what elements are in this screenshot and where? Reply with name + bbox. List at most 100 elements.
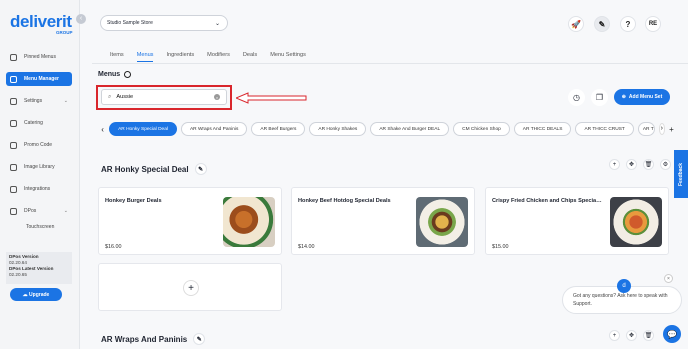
- annotation-arrow: [236, 92, 307, 104]
- sidebar-item-integrations[interactable]: Integrations: [6, 182, 72, 196]
- section-actions: + ✥ 🗑: [609, 330, 654, 341]
- add-menu-set-button[interactable]: ⊕ Add Menu Set: [614, 89, 670, 105]
- gear-icon: [10, 97, 17, 105]
- sidebar-item-settings[interactable]: Settings ⌄: [6, 94, 72, 108]
- sidebar-item-label: Integrations: [24, 186, 51, 192]
- store-selector[interactable]: Studio Sample Store ⌄: [100, 15, 228, 31]
- sidebar-item-menu-manager[interactable]: Menu Manager: [6, 72, 72, 86]
- gear-icon[interactable]: ⚙: [660, 159, 671, 170]
- menu-icon: [10, 75, 17, 83]
- sidebar: deliverit GROUP Pinned Menus Menu Manage…: [0, 0, 80, 349]
- section-title: AR Honky Special Deal ✎: [101, 163, 207, 175]
- edit-icon[interactable]: ✎: [193, 333, 206, 345]
- chat-icon: 💬: [667, 329, 677, 339]
- brand-sub: GROUP: [56, 30, 73, 35]
- clock-icon[interactable]: ◷: [568, 89, 585, 106]
- sidebar-item-catering[interactable]: Catering: [6, 116, 72, 130]
- sidebar-item-label: Catering: [24, 120, 43, 126]
- support-logo-icon: d: [617, 279, 631, 293]
- sidebar-item-label: Pinned Menus: [24, 54, 56, 60]
- menu-item-card[interactable]: Honkey Beef Hotdog Special Deals $14.00: [291, 187, 475, 255]
- chevron-down-icon: ⌄: [214, 20, 220, 27]
- tab-modifiers[interactable]: Modifiers: [207, 52, 230, 62]
- sidebar-item-pinned-menus[interactable]: Pinned Menus: [6, 50, 72, 64]
- card-title: Crispy Fried Chicken and Chips Special D…: [492, 198, 602, 204]
- tab-items[interactable]: Items: [110, 52, 124, 62]
- card-title: Honkey Beef Hotdog Special Deals: [298, 198, 391, 204]
- latest-version-label: DPos Latest Version: [9, 266, 54, 271]
- chat-button[interactable]: 💬: [663, 325, 681, 343]
- chevron-down-icon: ⌄: [63, 208, 68, 214]
- edit-icon[interactable]: ✎: [194, 163, 207, 175]
- close-icon[interactable]: ×: [664, 274, 673, 283]
- sidebar-item-label: Image Library: [24, 164, 55, 170]
- page-title-text: Menus: [98, 71, 121, 78]
- tab-menu-settings[interactable]: Menu Settings: [270, 52, 306, 62]
- card-title: Honkey Burger Deals: [105, 198, 162, 204]
- menu-chip[interactable]: AR Honky Special Deal: [109, 122, 177, 136]
- plus-icon[interactable]: +: [183, 280, 199, 296]
- add-circle-icon[interactable]: +: [609, 159, 620, 170]
- add-item-card[interactable]: +: [98, 263, 282, 311]
- add-circle-icon[interactable]: +: [609, 330, 620, 341]
- cloud-icon: ☁: [22, 291, 28, 298]
- menu-chip[interactable]: CM Chicken Shop: [453, 122, 510, 136]
- menu-item-card[interactable]: Crispy Fried Chicken and Chips Special D…: [485, 187, 669, 255]
- menu-chip[interactable]: AR T: [637, 122, 655, 136]
- move-icon[interactable]: ✥: [626, 159, 637, 170]
- menu-item-card[interactable]: Honkey Burger Deals $16.00: [98, 187, 282, 255]
- annotation-highlight-box: [96, 85, 232, 110]
- sidebar-item-label: Menu Manager: [24, 76, 60, 82]
- sidebar-subitem-touchscreen[interactable]: Touchscreen: [26, 224, 54, 230]
- feather-icon[interactable]: ✎: [594, 16, 610, 32]
- menu-chip[interactable]: AR THICC DEALS: [513, 122, 572, 136]
- promo-icon: [10, 141, 17, 149]
- section-actions: + ✥ 🗑 ⚙: [609, 159, 671, 170]
- store-name: Studio Sample Store: [107, 20, 153, 26]
- tab-ingredients[interactable]: Ingredients: [166, 52, 194, 62]
- sidebar-item-dpos[interactable]: DPos ⌄: [6, 204, 72, 218]
- trash-icon[interactable]: 🗑: [643, 159, 654, 170]
- pin-icon: [10, 53, 17, 61]
- move-icon[interactable]: ✥: [626, 330, 637, 341]
- brand-logo[interactable]: deliverit GROUP: [10, 12, 73, 35]
- brand-name: deliverit: [10, 12, 72, 31]
- catering-icon: [10, 119, 17, 127]
- sidebar-item-image-library[interactable]: Image Library: [6, 160, 72, 174]
- chevron-down-icon: ⌄: [63, 98, 68, 104]
- help-button[interactable]: ?: [620, 16, 636, 32]
- integrations-icon: [10, 185, 17, 193]
- menu-chip[interactable]: AR Wraps And Paninis: [180, 122, 248, 136]
- feedback-tab[interactable]: Feedback: [674, 150, 688, 198]
- latest-version-value: 02.20.65: [9, 272, 27, 277]
- image-icon: [10, 163, 17, 171]
- menu-chip[interactable]: AR THICC CRUST: [575, 122, 634, 136]
- version-info: DPos Version 02.20.64 DPos Latest Versio…: [6, 252, 72, 284]
- rocket-icon[interactable]: 🚀: [568, 16, 584, 32]
- tab-divider: [92, 63, 688, 64]
- menu-chip[interactable]: AR Beef Burgers: [251, 122, 306, 136]
- trash-icon[interactable]: 🗑: [643, 330, 654, 341]
- feedback-label: Feedback: [678, 162, 684, 186]
- upgrade-button[interactable]: ☁ Upgrade: [10, 288, 62, 301]
- food-image: [416, 197, 468, 247]
- sidebar-item-label: Promo Code: [24, 142, 53, 148]
- copy-icon[interactable]: ❐: [591, 89, 608, 106]
- sidebar-collapse-button[interactable]: ‹: [76, 14, 86, 24]
- menu-chip[interactable]: AR Honky Shakes: [309, 122, 367, 136]
- avatar[interactable]: RE: [645, 16, 661, 32]
- tab-bar: Items Menus Ingredients Modifiers Deals …: [110, 52, 306, 62]
- version-label: DPos Version: [9, 254, 39, 259]
- menu-chip[interactable]: AR Shake And Burger DEAL: [370, 122, 450, 136]
- bookmark-icon[interactable]: [124, 71, 132, 78]
- chevron-right-icon[interactable]: ›: [658, 123, 665, 135]
- card-price: $15.00: [492, 244, 509, 250]
- chevron-left-icon[interactable]: ‹: [100, 125, 105, 134]
- upgrade-label: Upgrade: [29, 291, 50, 298]
- tab-menus[interactable]: Menus: [136, 52, 154, 62]
- tab-deals[interactable]: Deals: [243, 52, 257, 62]
- help-icon: ?: [625, 19, 631, 29]
- plus-circle-icon: ⊕: [621, 94, 626, 100]
- sidebar-item-promo-code[interactable]: Promo Code: [6, 138, 72, 152]
- plus-icon[interactable]: +: [669, 125, 674, 134]
